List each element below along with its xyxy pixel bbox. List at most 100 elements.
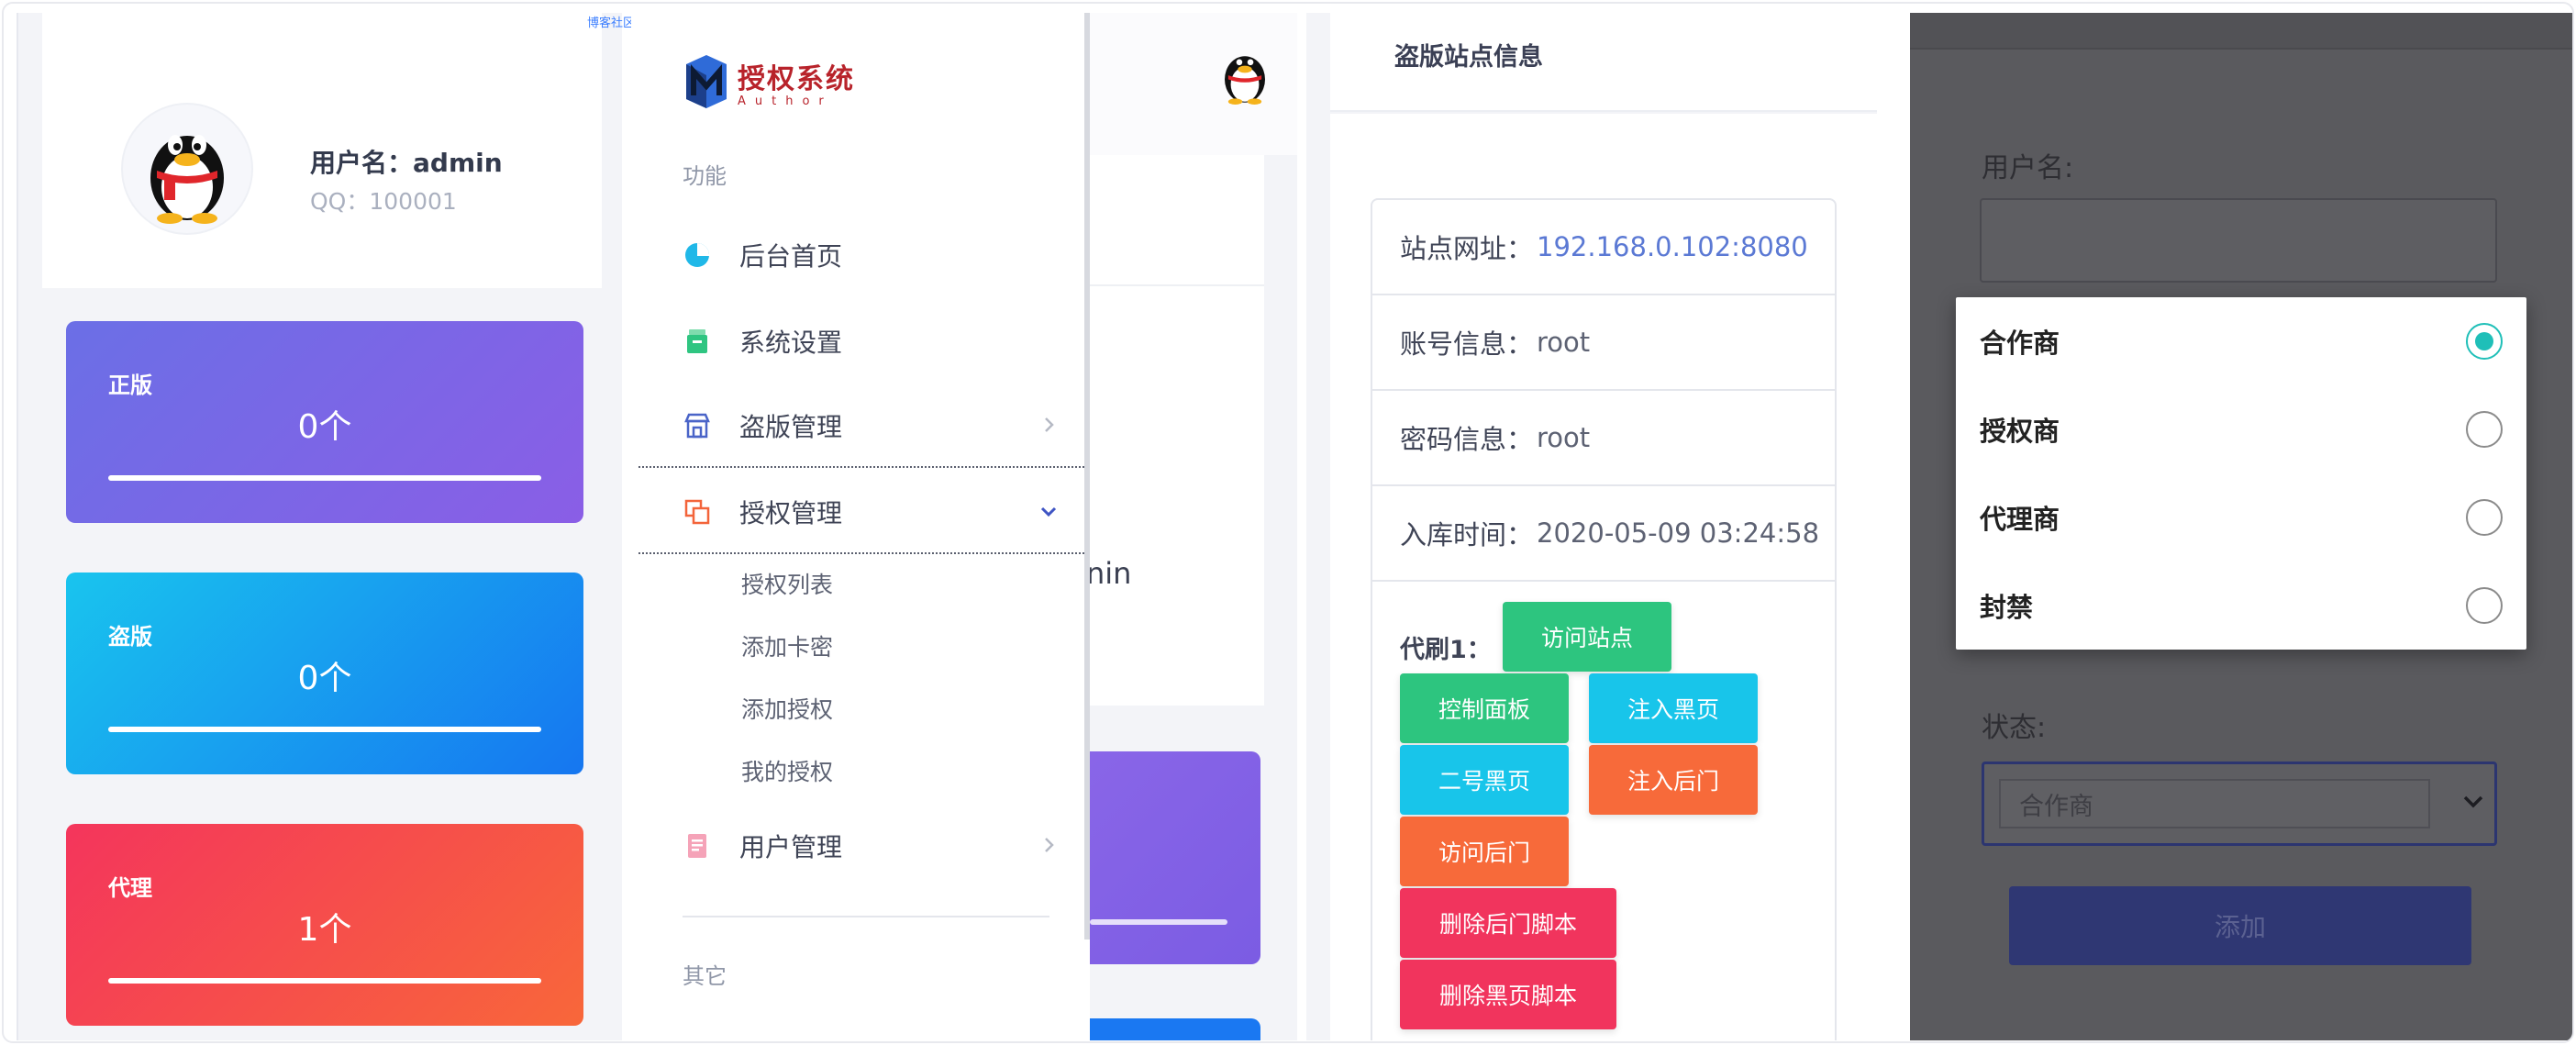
status-label: 状态: [1982,712,2047,744]
stat-progress-fill [108,978,541,984]
section-title-other: 其它 [683,963,727,989]
pirate-site-panel: 盗版站点信息 站点网址： 192.168.0.102:8080 账号信息： ro… [1306,13,1877,1040]
chevron-down-icon [1040,506,1057,517]
option-licensor[interactable]: 授权商 [1956,385,2526,473]
stat-value: 0个 [297,660,352,697]
stat-card-genuine[interactable]: 正版 0个 [66,321,583,523]
stat-title: 正版 [108,372,152,398]
logo-text: 授权系统 Author [738,56,855,108]
radio-unselected[interactable] [2466,499,2503,536]
info-row-password: 密码信息： root [1372,391,1835,486]
option-agent[interactable]: 代理商 [1956,473,2526,561]
second-blackpage-button[interactable]: 二号黑页 [1400,745,1569,815]
add-user-panel: 用户名: 状态: 合作商 添加 合作商 授权商 代理商 封禁 [1910,13,2572,1040]
sidebar-item-users[interactable]: 用户管理 [683,828,1059,864]
stat-progress [108,978,541,984]
background-progress [1090,919,1227,925]
submenu-item-add-license[interactable]: 添加授权 [741,692,833,725]
info-value: root [1537,327,1591,358]
stat-value: 0个 [297,408,352,446]
focus-outline [638,466,1088,468]
chevron-down-icon [2463,795,2483,808]
header-bar [1910,13,2572,50]
stat-value: 1个 [297,911,352,949]
visit-site-button[interactable]: 访问站点 [1503,602,1671,672]
stat-card-pirated[interactable]: 盗版 0个 [66,573,583,774]
archive-icon [683,327,712,356]
sidebar-item-label: 用户管理 [739,832,843,862]
option-partner[interactable]: 合作商 [1956,297,2526,385]
chevron-right-icon [1045,838,1054,852]
background-text: nin [1086,556,1132,591]
document-icon [683,831,712,861]
info-label: 入库时间： [1400,519,1534,550]
visit-backdoor-button[interactable]: 访问后门 [1400,817,1569,886]
option-label: 授权商 [1980,416,2060,447]
background-stat-card [1071,751,1260,964]
sidebar-item-label: 盗版管理 [739,412,843,442]
app-logo[interactable]: 授权系统 Author [683,55,855,108]
stat-card-agent[interactable]: 代理 1个 [66,824,583,1026]
stat-progress-fill [108,475,541,481]
sidebar: 授权系统 Author 功能 后台首页 系统设置 盗版管理 授权管理 授权列表 … [631,13,1090,1040]
status-options-dialog: 合作商 授权商 代理商 封禁 [1956,297,2526,650]
sidebar-item-label: 后台首页 [739,241,843,272]
username-input[interactable] [1980,198,2497,283]
info-label: 密码信息： [1400,424,1534,455]
focus-outline [638,552,1088,554]
penguin-icon [150,135,224,224]
nav-panel: nin 授权系统 Author 功能 后台首页 系统设置 盗版管理 授权管理 授… [631,13,1297,1040]
submenu-item-license-list[interactable]: 授权列表 [741,567,833,600]
logo-subtitle: Author [738,94,833,108]
card-body: 站点网址： 192.168.0.102:8080 账号信息： root 密码信息… [1330,114,1877,1040]
radio-selected[interactable] [2466,323,2503,360]
card-header: 盗版站点信息 [1330,13,1877,112]
info-value: 2020-05-09 03:24:58 [1537,517,1820,549]
site-url-link[interactable]: 192.168.0.102:8080 [1537,231,1808,262]
option-label: 代理商 [1980,504,2060,535]
submenu-item-add-card[interactable]: 添加卡密 [741,629,833,662]
info-value: root [1537,422,1591,453]
info-row-account: 账号信息： root [1372,295,1835,391]
radio-unselected[interactable] [2466,411,2503,448]
profile-username: 用户名：admin [310,148,503,178]
submenu-item-my-license[interactable]: 我的授权 [741,754,833,787]
site-info-list: 站点网址： 192.168.0.102:8080 账号信息： root 密码信息… [1371,198,1837,1040]
delete-blackpage-script-button[interactable]: 删除黑页脚本 [1400,960,1616,1029]
logo-title: 授权系统 [738,62,855,95]
status-select-value: 合作商 [1999,779,2430,828]
option-banned[interactable]: 封禁 [1956,561,2526,650]
info-label: 站点网址： [1400,233,1534,264]
penguin-icon [1225,56,1265,105]
store-icon [683,411,712,440]
sidebar-item-dashboard[interactable]: 后台首页 [683,237,1059,273]
divider [683,916,1049,917]
inject-backdoor-button[interactable]: 注入后门 [1589,745,1758,815]
sidebar-item-settings[interactable]: 系统设置 [683,323,1059,360]
option-label: 封禁 [1980,592,2034,623]
add-button[interactable]: 添加 [2009,886,2471,965]
chevron-right-icon [1045,417,1054,432]
radio-unselected[interactable] [2466,587,2503,624]
logo-icon [686,55,727,108]
pie-chart-icon [683,240,712,270]
header-avatar[interactable] [1215,44,1275,105]
stat-progress-fill [108,727,541,732]
avatar[interactable] [123,105,251,233]
code-label: 代刷1： [1400,636,1492,664]
page-title: 盗版站点信息 [1394,43,1543,72]
sidebar-item-pirated[interactable]: 盗版管理 [683,407,1059,444]
screenshot-frame: 用户名：admin QQ：100001 正版 0个 盗版 0个 代理 1个 博客… [2,2,2574,1043]
stat-title: 代理 [108,875,152,901]
delete-backdoor-script-button[interactable]: 删除后门脚本 [1400,888,1616,958]
status-select[interactable]: 合作商 [1982,762,2497,846]
scrollbar[interactable] [1084,13,1090,939]
inject-blackpage-button[interactable]: 注入黑页 [1589,673,1758,743]
control-panel-button[interactable]: 控制面板 [1400,673,1569,743]
watermark-text: 博客社区 [587,17,636,30]
sidebar-item-license[interactable]: 授权管理 [683,494,1059,530]
info-row-time: 入库时间： 2020-05-09 03:24:58 [1372,486,1835,582]
info-label: 账号信息： [1400,328,1534,360]
info-row-url: 站点网址： 192.168.0.102:8080 [1372,200,1835,295]
stat-progress [108,475,541,481]
